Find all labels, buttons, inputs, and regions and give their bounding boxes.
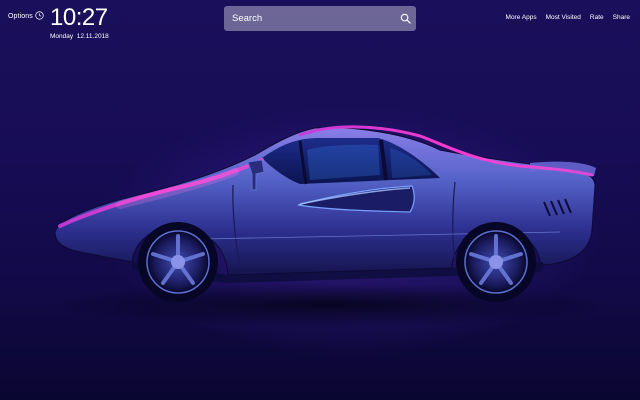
clock-icon[interactable] xyxy=(35,11,44,20)
rate-link[interactable]: Rate xyxy=(590,14,604,21)
clock-date: Monday 12.11.2018 xyxy=(50,33,109,40)
most-visited-link[interactable]: Most Visited xyxy=(546,14,581,21)
top-bar: Options 10:27 Monday 12.11.2018 More App… xyxy=(0,0,640,44)
top-links: More Apps Most Visited Rate Share xyxy=(497,14,630,21)
share-link[interactable]: Share xyxy=(613,14,630,21)
options-button[interactable]: Options xyxy=(8,13,33,20)
search-box[interactable] xyxy=(224,6,416,31)
clock-time: 10:27 xyxy=(50,4,108,31)
search-input[interactable] xyxy=(224,6,394,31)
more-apps-link[interactable]: More Apps xyxy=(506,14,537,21)
car-wallpaper xyxy=(50,125,610,327)
new-tab-page: Options 10:27 Monday 12.11.2018 More App… xyxy=(0,0,640,400)
search-icon[interactable] xyxy=(400,13,411,24)
